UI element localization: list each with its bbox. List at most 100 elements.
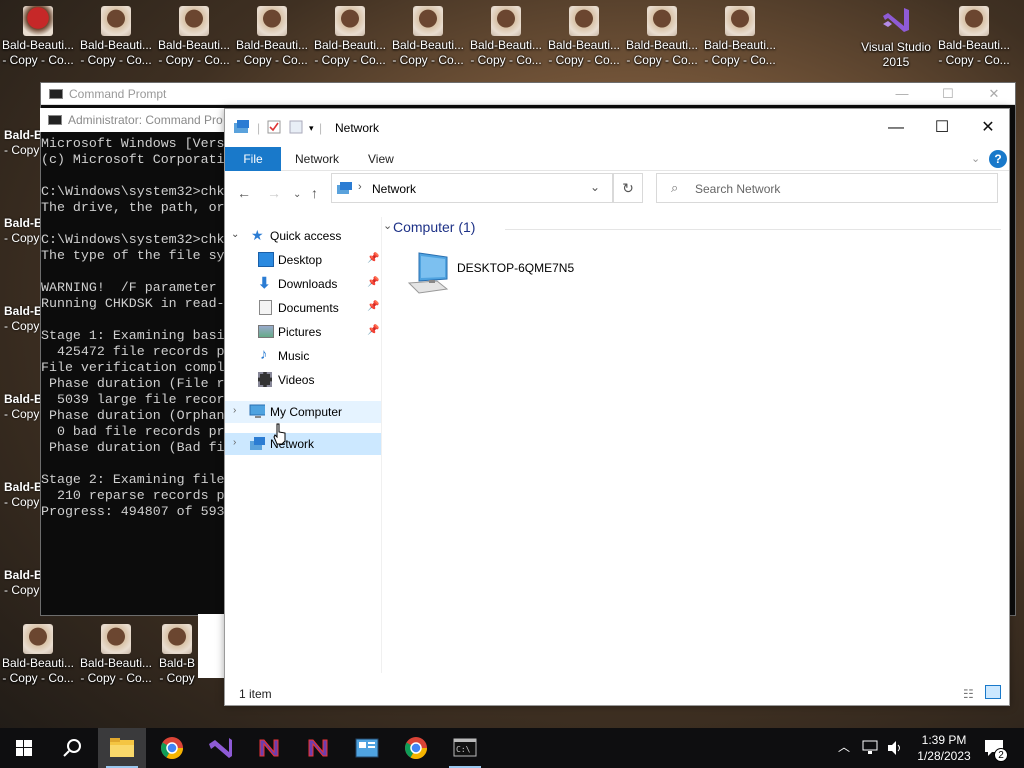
desktop-icon-label: - Copy - Co... [158, 53, 230, 67]
cmd-output-line: Running CHKDSK in read- [41, 296, 225, 311]
address-text[interactable]: Network [372, 182, 416, 196]
pin-icon[interactable]: 📌 [367, 301, 379, 312]
cmd-output[interactable]: Microsoft Windows [Vers (c) Microsoft Cor… [41, 136, 225, 616]
taskbar-visual-studio[interactable] [196, 728, 244, 768]
admin-cmd-titlebar[interactable]: Administrator: Command Pro [40, 108, 224, 132]
maximize-button[interactable]: ☐ [919, 109, 965, 147]
nav-item-my-computer[interactable]: › My Computer [225, 401, 381, 423]
help-icon[interactable]: ? [989, 150, 1007, 168]
nav-item-quick-access[interactable]: ⌄ ★ Quick access [225, 225, 381, 247]
desktop-icon-label: - Copy - Co... [470, 53, 542, 67]
desktop-icon-label: Bald-Beauti... [469, 38, 543, 52]
expand-chevron-icon[interactable]: › [233, 437, 236, 448]
photo-thumbnail-icon [413, 6, 443, 36]
volume-icon[interactable] [886, 740, 904, 756]
cmd-output-line: The drive, the path, or [41, 200, 225, 215]
content-pane[interactable]: ⌄ Computer (1) DESKTOP-6QME7N5 [383, 217, 1003, 673]
desktop-icon-photo[interactable]: Bald-Beauti... - Copy - Co... [546, 0, 622, 74]
nav-item-desktop[interactable]: Desktop 📌 [225, 249, 381, 271]
network-tray-icon[interactable] [862, 740, 880, 756]
pin-icon[interactable]: 📌 [367, 253, 379, 264]
minimize-button[interactable]: — [879, 83, 925, 105]
desktop-icon-photo[interactable]: Bald-Beauti... - Copy - Co... [702, 0, 778, 74]
desktop-icon-photo[interactable]: Bald-Beauti... - Copy - Co... [0, 618, 76, 692]
cmd-output-line: The type of the file sy [41, 248, 225, 263]
address-bar[interactable]: › Network ⌄ [331, 173, 613, 203]
nav-item-documents[interactable]: Documents 📌 [225, 297, 381, 319]
tab-file[interactable]: File [225, 147, 281, 171]
desktop-icon-photo[interactable]: Bald-Beauti... - Copy - Co... [78, 618, 154, 692]
photo-thumbnail-icon [23, 6, 53, 36]
taskbar-chrome[interactable] [148, 728, 196, 768]
desktop-icon-photo[interactable]: Bald-Beauti... - Copy - Co... [390, 0, 466, 74]
explorer-titlebar[interactable]: | ▾ | Network — ☐ ✕ [225, 109, 1009, 147]
taskbar-control-panel[interactable] [343, 728, 391, 768]
tab-network[interactable]: Network [295, 147, 339, 171]
search-box[interactable]: ⌕ Search Network [656, 173, 998, 203]
customize-quick-access-icon[interactable]: ▾ [309, 123, 314, 134]
nav-item-videos[interactable]: Videos [225, 369, 381, 391]
new-folder-icon[interactable] [289, 120, 303, 134]
back-arrow-icon[interactable]: ← [237, 185, 251, 201]
expand-chevron-icon[interactable]: › [233, 405, 236, 416]
taskbar-command-prompt[interactable]: C:\ [441, 728, 489, 768]
desktop-icon-label: - Copy - Co... [938, 53, 1010, 67]
desktop-icon-photo[interactable]: Bald-Beauti... - Copy - Co... [624, 0, 700, 74]
minimize-button[interactable]: — [873, 109, 919, 147]
nav-item-network[interactable]: › Network [225, 433, 381, 455]
details-view-icon[interactable]: ☷ [963, 687, 974, 701]
nav-item-music[interactable]: ♪ Music [225, 345, 381, 367]
desktop-icon-label: Bald-B [158, 656, 196, 670]
desktop-icon-visual-studio[interactable]: Visual Studio 2015 [858, 0, 934, 74]
refresh-button[interactable]: ↻ [613, 173, 643, 203]
desktop-icon-photo[interactable]: Bald-Beauti... - Copy - Co... [312, 0, 388, 74]
desktop-icon-photo[interactable]: Bald-Beauti... - Copy - Co... [468, 0, 544, 74]
group-collapse-chevron-icon[interactable]: ⌄ [383, 219, 392, 232]
close-button[interactable]: ✕ [971, 83, 1017, 105]
notification-count-badge: 2 [994, 748, 1008, 762]
desktop-icon-photo[interactable]: Bald-Beauti... - Copy - Co... [78, 0, 154, 74]
taskbar-chrome-2[interactable] [392, 728, 440, 768]
up-arrow-icon[interactable]: ↑ [311, 185, 318, 201]
group-header[interactable]: Computer (1) [393, 219, 475, 235]
visual-studio-icon [880, 4, 912, 36]
properties-icon[interactable] [267, 120, 281, 134]
address-dropdown-icon[interactable]: ⌄ [590, 180, 600, 194]
forward-arrow-icon[interactable]: → [267, 185, 281, 201]
maximize-button[interactable]: ☐ [925, 83, 971, 105]
taskbar-file-explorer[interactable] [98, 728, 146, 768]
start-button[interactable] [0, 728, 48, 768]
breadcrumb-chevron-icon[interactable]: › [358, 181, 362, 193]
pane-divider [381, 217, 382, 673]
taskbar-app-n1[interactable] [245, 728, 293, 768]
expand-ribbon-icon[interactable]: ⌄ [971, 147, 980, 171]
computer-item[interactable]: DESKTOP-6QME7N5 [407, 251, 587, 295]
close-button[interactable]: ✕ [965, 109, 1011, 147]
show-hidden-icons-chevron-icon[interactable]: ︿ [838, 738, 850, 755]
nav-item-downloads[interactable]: ⬇ Downloads 📌 [225, 273, 381, 295]
search-input[interactable]: Search Network [695, 182, 780, 196]
admin-cmd-title: Administrator: Command Pro [68, 113, 223, 127]
taskbar: C:\ ︿ 1:39 PM 1/28/2023 2 [0, 728, 1024, 768]
desktop-icon-photo[interactable]: Bald-Beauti... - Copy - Co... [234, 0, 310, 74]
desktop-icon-overlapping[interactable]: Bald-Beauti... - Copy - Co... [0, 0, 76, 74]
search-button[interactable] [48, 728, 96, 768]
action-center-button[interactable]: 2 [980, 728, 1024, 768]
tab-view[interactable]: View [368, 147, 394, 171]
taskbar-app-n2[interactable] [294, 728, 342, 768]
pin-icon[interactable]: 📌 [367, 277, 379, 288]
collapse-chevron-icon[interactable]: ⌄ [231, 229, 239, 240]
clock[interactable]: 1:39 PM 1/28/2023 [912, 732, 976, 764]
pin-icon[interactable]: 📌 [367, 325, 379, 336]
file-explorer-window[interactable]: | ▾ | Network — ☐ ✕ File Network View ⌄ … [224, 108, 1010, 706]
photo-thumbnail-icon [162, 624, 192, 654]
desktop-icon-photo[interactable]: Bald-Beauti... - Copy - Co... [936, 0, 1012, 74]
cmd-output-line: WARNING! /F parameter [41, 280, 225, 295]
desktop-icon-photo[interactable]: Bald-Beauti... - Copy - Co... [156, 0, 232, 74]
large-icons-view-icon[interactable] [985, 685, 1001, 699]
recent-locations-chevron-icon[interactable]: ⌄ [293, 189, 301, 200]
nav-item-pictures[interactable]: Pictures 📌 [225, 321, 381, 343]
desktop-icon-photo[interactable]: Bald-B - Copy [156, 618, 198, 692]
photo-thumbnail-icon [335, 6, 365, 36]
cmd-titlebar[interactable]: Command Prompt — ☐ ✕ [41, 83, 1015, 105]
